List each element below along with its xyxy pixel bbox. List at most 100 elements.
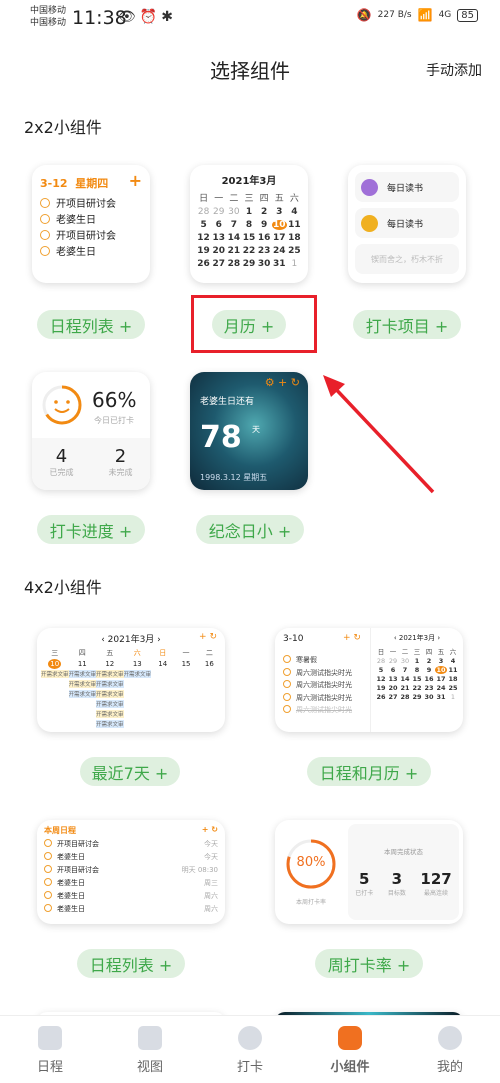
calendar-day[interactable]: 25 bbox=[447, 684, 459, 692]
calendar-day[interactable]: 1 bbox=[287, 259, 302, 269]
calendar-day[interactable]: 18 bbox=[447, 675, 459, 683]
calendar-day[interactable]: 14 bbox=[226, 233, 241, 243]
calendar-day[interactable]: 17 bbox=[272, 233, 287, 243]
calendar-day[interactable]: 16 bbox=[257, 233, 272, 243]
calendar-day[interactable]: 27 bbox=[211, 259, 226, 269]
calendar-day[interactable]: 4 bbox=[287, 207, 302, 217]
calendar-day[interactable]: 23 bbox=[257, 246, 272, 256]
calendar-day[interactable]: 3 bbox=[272, 207, 287, 217]
checkin-item[interactable]: 每日读书 bbox=[355, 208, 459, 238]
week-date[interactable]: 15 bbox=[174, 660, 197, 668]
calendar-day[interactable]: 1 bbox=[447, 693, 459, 701]
calendar-day[interactable]: 1 bbox=[411, 657, 423, 665]
calendar-day[interactable]: 22 bbox=[241, 246, 256, 256]
calendar-day[interactable]: 28 bbox=[399, 693, 411, 701]
calendar-day[interactable]: 29 bbox=[411, 693, 423, 701]
calendar-day[interactable]: 5 bbox=[375, 666, 387, 674]
calendar-day[interactable]: 4 bbox=[447, 657, 459, 665]
calendar-day[interactable]: 19 bbox=[375, 684, 387, 692]
calendar-day[interactable]: 1 bbox=[241, 207, 256, 217]
calendar-day[interactable]: 3 bbox=[435, 657, 447, 665]
add-week-rate-button[interactable]: 周打卡率 + bbox=[315, 949, 423, 978]
calendar-day[interactable]: 31 bbox=[272, 259, 287, 269]
calendar-day[interactable]: 24 bbox=[272, 246, 287, 256]
calendar-day[interactable]: 11 bbox=[447, 666, 459, 674]
calendar-day[interactable]: 30 bbox=[257, 259, 272, 269]
calendar-day[interactable]: 28 bbox=[375, 657, 387, 665]
calendar-day[interactable]: 26 bbox=[196, 259, 211, 269]
add-checkin-items-button[interactable]: 打卡项目 + bbox=[353, 310, 461, 339]
add-schedule-list-button[interactable]: 日程列表 + bbox=[37, 310, 145, 339]
calendar-day[interactable]: 9 bbox=[257, 220, 272, 230]
checkin-item[interactable]: 每日读书 bbox=[355, 172, 459, 202]
add-week-schedule-button[interactable]: 日程列表 + bbox=[77, 949, 185, 978]
calendar-day[interactable]: 28 bbox=[226, 259, 241, 269]
calendar-day[interactable]: 29 bbox=[211, 207, 226, 217]
checkin-progress-widget[interactable]: 66% 今日已打卡 4 已完成 2 未完成 bbox=[32, 372, 150, 490]
week-date[interactable]: 13 bbox=[124, 660, 152, 668]
week-date[interactable]: 10 bbox=[41, 659, 69, 669]
event-chip[interactable]: 开需求文审 bbox=[41, 670, 69, 678]
calendar-day[interactable]: 29 bbox=[241, 259, 256, 269]
calendar-day[interactable]: 13 bbox=[211, 233, 226, 243]
add-anniversary-button[interactable]: 纪念日小 + bbox=[196, 515, 304, 544]
calendar-day[interactable]: 20 bbox=[211, 246, 226, 256]
calendar-day[interactable]: 2 bbox=[423, 657, 435, 665]
calendar-day[interactable]: 30 bbox=[399, 657, 411, 665]
calendar-day[interactable]: 9 bbox=[423, 666, 435, 674]
event-chip[interactable]: 开需求文审 bbox=[96, 720, 124, 728]
calendar-day[interactable]: 18 bbox=[287, 233, 302, 243]
calendar-day[interactable]: 19 bbox=[196, 246, 211, 256]
recent-7-days-widget[interactable]: ‹ 2021年3月 › + ↻ 三四五六日一二 10 11 12 13 14 15 16 开需求文… bbox=[37, 628, 225, 732]
event-chip[interactable]: 开需求文审 bbox=[68, 670, 97, 678]
week-date[interactable]: 11 bbox=[69, 660, 97, 668]
calendar-day[interactable]: 22 bbox=[411, 684, 423, 692]
nav-checkin[interactable]: 打卡 bbox=[200, 1016, 300, 1083]
week-date[interactable]: 12 bbox=[96, 660, 124, 668]
event-chip[interactable]: 开需求文审 bbox=[68, 680, 97, 688]
calendar-day[interactable]: 10 bbox=[271, 220, 287, 230]
calendar-day[interactable]: 15 bbox=[411, 675, 423, 683]
anniversary-widget[interactable]: ⚙ + ↻ 老婆生日还有 78 天 1998.3.12 星期五 bbox=[190, 372, 308, 490]
calendar-day[interactable]: 30 bbox=[226, 207, 241, 217]
event-chip[interactable]: 开需求文审 bbox=[123, 670, 152, 678]
calendar-day[interactable]: 8 bbox=[241, 220, 256, 230]
event-chip[interactable]: 开需求文审 bbox=[96, 700, 124, 708]
calendar-day[interactable]: 17 bbox=[435, 675, 447, 683]
calendar-day[interactable]: 26 bbox=[375, 693, 387, 701]
nav-view[interactable]: 视图 bbox=[100, 1016, 200, 1083]
schedule-calendar-widget[interactable]: 3-10 + ↻ 寒暑假 周六测试指尖时光 周六测试指尖时光 周六测试指尖时光 周六测试… bbox=[275, 628, 463, 732]
calendar-day[interactable]: 23 bbox=[423, 684, 435, 692]
calendar-day[interactable]: 7 bbox=[399, 666, 411, 674]
nav-schedule[interactable]: 日程 bbox=[0, 1016, 100, 1083]
calendar-day[interactable]: 6 bbox=[211, 220, 226, 230]
calendar-day[interactable]: 11 bbox=[287, 220, 302, 230]
calendar-day[interactable]: 13 bbox=[387, 675, 399, 683]
calendar-day[interactable]: 6 bbox=[387, 666, 399, 674]
calendar-day[interactable]: 24 bbox=[435, 684, 447, 692]
week-date[interactable]: 16 bbox=[198, 660, 221, 668]
calendar-day[interactable]: 12 bbox=[196, 233, 211, 243]
event-chip[interactable]: 开需求文审 bbox=[96, 680, 124, 688]
calendar-day[interactable]: 27 bbox=[387, 693, 399, 701]
add-recent-7-days-button[interactable]: 最近7天 + bbox=[80, 757, 180, 786]
calendar-day[interactable]: 15 bbox=[241, 233, 256, 243]
add-schedule-calendar-button[interactable]: 日程和月历 + bbox=[307, 757, 431, 786]
week-checkin-rate-widget[interactable]: 80% 本周打卡率 本周完成状态 5 已打卡 3 目标数 127 最高连续 bbox=[275, 820, 463, 924]
schedule-widget[interactable]: 3-12 星期四 + 开项目研讨会 老婆生日 开项目研讨会 老婆生日 bbox=[32, 165, 150, 283]
calendar-day[interactable]: 21 bbox=[399, 684, 411, 692]
calendar-day[interactable]: 20 bbox=[387, 684, 399, 692]
calendar-day[interactable]: 29 bbox=[387, 657, 399, 665]
event-chip[interactable]: 开需求文审 bbox=[96, 710, 124, 718]
week-date[interactable]: 14 bbox=[151, 660, 174, 668]
nav-mine[interactable]: 我的 bbox=[400, 1016, 500, 1083]
nav-widgets[interactable]: 小组件 bbox=[300, 1016, 400, 1083]
calendar-day[interactable]: 25 bbox=[287, 246, 302, 256]
calendar-day[interactable]: 28 bbox=[196, 207, 211, 217]
manual-add-button[interactable]: 手动添加 bbox=[426, 60, 482, 80]
checkin-items-widget[interactable]: 每日读书 每日读书 锲而舍之，朽木不折 bbox=[348, 165, 466, 283]
calendar-day[interactable]: 16 bbox=[423, 675, 435, 683]
add-month-calendar-button[interactable]: 月历 + bbox=[212, 310, 286, 339]
calendar-day[interactable]: 5 bbox=[196, 220, 211, 230]
calendar-day[interactable]: 10 bbox=[435, 666, 447, 674]
